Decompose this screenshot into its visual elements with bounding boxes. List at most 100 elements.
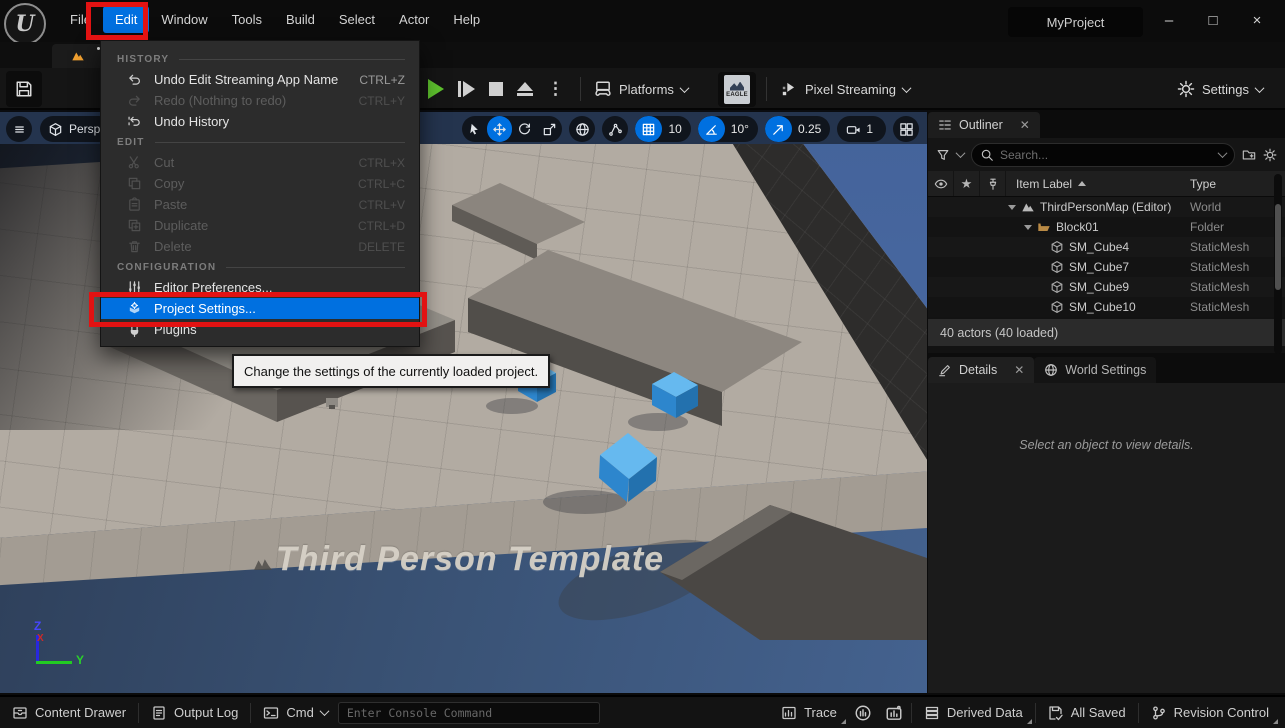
world-local-toggle[interactable] (569, 116, 595, 142)
grid-snap-control[interactable]: 10 (635, 116, 690, 142)
close-icon[interactable]: ✕ (1020, 118, 1030, 132)
mesh-icon (1050, 260, 1064, 274)
expand-caret-icon[interactable] (1024, 225, 1032, 230)
select-tool-button[interactable] (462, 116, 487, 142)
cmd-selector[interactable]: Cmd (251, 697, 333, 728)
platforms-button[interactable]: Platforms (594, 71, 688, 107)
outliner-row-sm-cube4[interactable]: SM_Cube4StaticMesh (928, 237, 1285, 257)
play-options-kebab-icon[interactable]: ⋮ (547, 79, 564, 99)
new-folder-icon[interactable] (1242, 148, 1256, 162)
move-icon (492, 122, 507, 137)
paste-icon (127, 197, 142, 212)
close-icon[interactable]: ✕ (1014, 363, 1024, 377)
outliner-scrollbar[interactable] (1274, 174, 1282, 354)
content-drawer-button[interactable]: Content Drawer (0, 697, 138, 728)
insights-icon (854, 704, 872, 722)
derived-data-button[interactable]: Derived Data (912, 697, 1035, 728)
level-tab[interactable] (52, 44, 104, 68)
play-button[interactable] (428, 79, 444, 99)
save-icon (15, 80, 33, 98)
outliner-row-sm-cube10[interactable]: SM_Cube10StaticMesh (928, 297, 1285, 317)
chevron-down-icon[interactable] (956, 148, 966, 158)
viewport-layout-button[interactable] (893, 116, 919, 142)
tab-outliner[interactable]: Outliner ✕ (928, 112, 1040, 138)
details-panel: Details ✕ World Settings Select an objec… (928, 353, 1285, 693)
item-label-column-header[interactable]: Item Label (1006, 177, 1086, 191)
world-icon (1021, 200, 1035, 214)
pixel-streaming-button[interactable]: Pixel Streaming (780, 71, 910, 107)
visibility-column-header[interactable] (928, 171, 954, 196)
scale-tool-button[interactable] (537, 116, 562, 142)
rotate-tool-button[interactable] (512, 116, 537, 142)
outliner-search[interactable] (971, 143, 1235, 167)
menu-item-undo-history[interactable]: Undo History (101, 111, 419, 132)
trace-button[interactable]: Trace (769, 697, 849, 728)
select-arrow-icon (467, 122, 482, 137)
outliner-row-sm-cube9[interactable]: SM_Cube9StaticMesh (928, 277, 1285, 297)
search-input[interactable] (1000, 148, 1213, 162)
details-body: Select an object to view details. (928, 383, 1285, 693)
outliner-row-block01[interactable]: Block01Folder (928, 217, 1285, 237)
close-button[interactable]: × (1235, 4, 1279, 36)
title-bar: FileEditWindowToolsBuildSelectActorHelp … (0, 0, 1285, 42)
eagle-plugin-button[interactable]: EAGLE (718, 72, 756, 107)
snap-icon (608, 122, 623, 137)
chevron-down-icon (1255, 83, 1265, 93)
viewport-options-button[interactable] (6, 116, 32, 142)
menubar-item-actor[interactable]: Actor (387, 6, 441, 33)
insights-button[interactable] (849, 697, 877, 728)
right-panel-column: Outliner ✕ ★ Item Lab (928, 110, 1285, 693)
menubar-item-window[interactable]: Window (149, 6, 219, 33)
eject-button[interactable] (517, 82, 533, 96)
tab-world-settings[interactable]: World Settings (1034, 357, 1156, 383)
camera-speed-control[interactable]: 1 (837, 116, 886, 142)
blue-cube-3 (599, 433, 657, 502)
menubar-item-help[interactable]: Help (441, 6, 492, 33)
menu-section-configuration: CONFIGURATION (101, 257, 419, 277)
expand-caret-icon[interactable] (1008, 205, 1016, 210)
profiler-button[interactable] (877, 697, 911, 728)
settings-button[interactable]: Settings (1177, 71, 1263, 107)
minimize-button[interactable]: – (1147, 4, 1191, 36)
filter-icon[interactable] (936, 148, 950, 162)
scale-icon (542, 122, 557, 137)
globe-icon (575, 122, 590, 137)
grid-snap-icon (641, 122, 656, 137)
output-log-button[interactable]: Output Log (139, 697, 250, 728)
copy-icon (127, 176, 142, 191)
chevron-down-icon[interactable] (1218, 148, 1228, 158)
outliner-settings-gear-icon[interactable] (1263, 148, 1277, 162)
menubar-item-select[interactable]: Select (327, 6, 387, 33)
delete-icon (127, 239, 142, 254)
menu-section-edit: EDIT (101, 132, 419, 152)
outliner-row-thirdpersonmap-editor[interactable]: ThirdPersonMap (Editor)World (928, 197, 1285, 217)
duplicate-icon (127, 218, 142, 233)
details-pencil-icon (938, 363, 952, 377)
world-settings-globe-icon (1044, 363, 1058, 377)
type-column-header[interactable]: Type (1190, 177, 1216, 191)
scale-snap-control[interactable]: 0.25 (765, 116, 830, 142)
menubar-item-tools[interactable]: Tools (220, 6, 274, 33)
save-status-icon (1048, 705, 1064, 721)
pin-column-header[interactable] (980, 171, 1006, 196)
menu-item-undo-edit-streaming-app-name[interactable]: Undo Edit Streaming App NameCTRL+Z (101, 69, 419, 90)
revision-control-button[interactable]: Revision Control (1139, 697, 1281, 728)
maximize-button[interactable]: □ (1191, 4, 1235, 36)
level-watermark: Third Person Template (150, 540, 790, 579)
level-mountain-icon (69, 49, 87, 63)
rotation-snap-control[interactable]: 10° (698, 116, 758, 142)
folder-icon (1037, 220, 1051, 234)
outliner-row-sm-cube7[interactable]: SM_Cube7StaticMesh (928, 257, 1285, 277)
menubar-item-build[interactable]: Build (274, 6, 327, 33)
console-command-input[interactable] (338, 702, 600, 724)
gear-icon (1177, 80, 1195, 98)
save-button[interactable] (6, 71, 42, 107)
all-saved-button[interactable]: All Saved (1036, 697, 1138, 728)
outliner-tree: ThirdPersonMap (Editor)WorldBlock01Folde… (928, 197, 1285, 317)
surface-snapping-button[interactable] (602, 116, 628, 142)
tab-details[interactable]: Details ✕ (928, 357, 1034, 383)
favorite-column-header[interactable]: ★ (954, 171, 980, 196)
stop-button[interactable] (489, 82, 503, 96)
frame-skip-button[interactable] (458, 81, 475, 97)
move-tool-button[interactable] (487, 116, 512, 142)
